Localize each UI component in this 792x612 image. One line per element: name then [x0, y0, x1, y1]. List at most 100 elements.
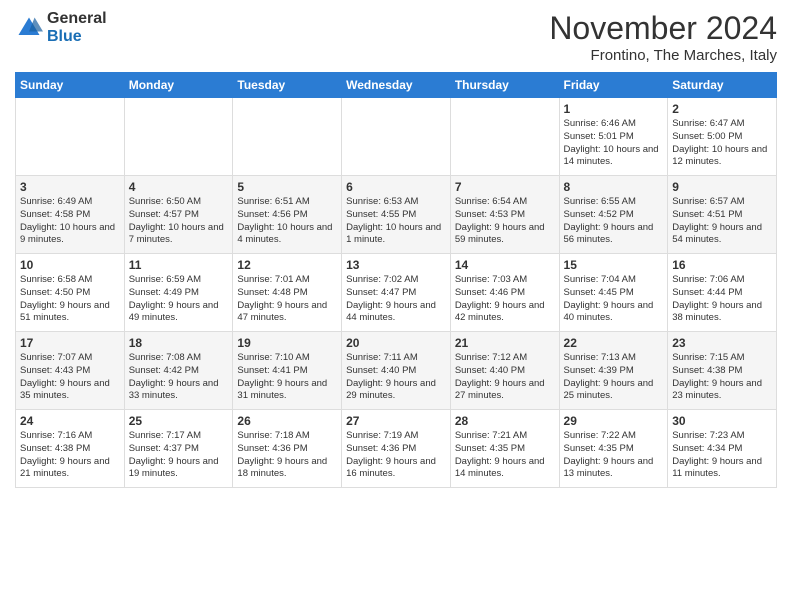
day-number: 3	[20, 180, 120, 194]
day-number: 26	[237, 414, 337, 428]
calendar-week-1: 1 Sunrise: 6:46 AM Sunset: 5:01 PM Daylig…	[16, 98, 777, 176]
day-info: Sunrise: 6:49 AM Sunset: 4:58 PM Dayligh…	[20, 196, 120, 247]
calendar-cell	[342, 98, 451, 176]
logo-blue: Blue	[47, 28, 107, 46]
day-number: 19	[237, 336, 337, 350]
col-monday: Monday	[124, 73, 233, 98]
logo-text: General Blue	[47, 10, 107, 45]
col-saturday: Saturday	[668, 73, 777, 98]
day-info: Sunrise: 7:21 AM Sunset: 4:35 PM Dayligh…	[455, 430, 555, 481]
calendar-cell: 8 Sunrise: 6:55 AM Sunset: 4:52 PM Daylig…	[559, 176, 668, 254]
day-number: 11	[129, 258, 229, 272]
day-info: Sunrise: 7:11 AM Sunset: 4:40 PM Dayligh…	[346, 352, 446, 403]
day-info: Sunrise: 6:59 AM Sunset: 4:49 PM Dayligh…	[129, 274, 229, 325]
calendar-body: 1 Sunrise: 6:46 AM Sunset: 5:01 PM Daylig…	[16, 98, 777, 488]
calendar-cell: 22Sunrise: 7:13 AM Sunset: 4:39 PM Dayli…	[559, 332, 668, 410]
day-number: 23	[672, 336, 772, 350]
day-number: 15	[564, 258, 664, 272]
page-container: General Blue November 2024 Frontino, The…	[0, 0, 792, 498]
day-number: 28	[455, 414, 555, 428]
day-info: Sunrise: 6:46 AM Sunset: 5:01 PM Dayligh…	[564, 118, 664, 169]
day-info: Sunrise: 7:12 AM Sunset: 4:40 PM Dayligh…	[455, 352, 555, 403]
calendar-cell: 21 Sunrise: 7:12 AM Sunset: 4:40 PM Dayli…	[450, 332, 559, 410]
col-friday: Friday	[559, 73, 668, 98]
day-number: 8	[564, 180, 664, 194]
calendar-cell: 15 Sunrise: 7:04 AM Sunset: 4:45 PM Dayli…	[559, 254, 668, 332]
calendar-cell: 29 Sunrise: 7:22 AM Sunset: 4:35 PM Dayli…	[559, 410, 668, 488]
calendar-cell: 24Sunrise: 7:16 AM Sunset: 4:38 PM Dayli…	[16, 410, 125, 488]
calendar-cell: 14 Sunrise: 7:03 AM Sunset: 4:46 PM Dayli…	[450, 254, 559, 332]
calendar-cell: 26 Sunrise: 7:18 AM Sunset: 4:36 PM Dayli…	[233, 410, 342, 488]
day-info: Sunrise: 7:10 AM Sunset: 4:41 PM Dayligh…	[237, 352, 337, 403]
calendar-cell: 13Sunrise: 7:02 AM Sunset: 4:47 PM Dayli…	[342, 254, 451, 332]
day-number: 18	[129, 336, 229, 350]
day-info: Sunrise: 7:17 AM Sunset: 4:37 PM Dayligh…	[129, 430, 229, 481]
day-info: Sunrise: 7:13 AM Sunset: 4:39 PM Dayligh…	[564, 352, 664, 403]
day-info: Sunrise: 7:19 AM Sunset: 4:36 PM Dayligh…	[346, 430, 446, 481]
col-tuesday: Tuesday	[233, 73, 342, 98]
calendar-cell: 28 Sunrise: 7:21 AM Sunset: 4:35 PM Dayli…	[450, 410, 559, 488]
day-info: Sunrise: 7:04 AM Sunset: 4:45 PM Dayligh…	[564, 274, 664, 325]
day-number: 24	[20, 414, 120, 428]
day-number: 1	[564, 102, 664, 116]
day-number: 27	[346, 414, 446, 428]
day-number: 25	[129, 414, 229, 428]
calendar-cell: 16 Sunrise: 7:06 AM Sunset: 4:44 PM Dayli…	[668, 254, 777, 332]
header-row: Sunday Monday Tuesday Wednesday Thursday…	[16, 73, 777, 98]
day-info: Sunrise: 7:08 AM Sunset: 4:42 PM Dayligh…	[129, 352, 229, 403]
day-info: Sunrise: 6:57 AM Sunset: 4:51 PM Dayligh…	[672, 196, 772, 247]
calendar-cell: 11 Sunrise: 6:59 AM Sunset: 4:49 PM Dayli…	[124, 254, 233, 332]
day-info: Sunrise: 6:47 AM Sunset: 5:00 PM Dayligh…	[672, 118, 772, 169]
calendar-cell	[233, 98, 342, 176]
calendar-week-4: 17Sunrise: 7:07 AM Sunset: 4:43 PM Dayli…	[16, 332, 777, 410]
day-number: 21	[455, 336, 555, 350]
day-info: Sunrise: 7:22 AM Sunset: 4:35 PM Dayligh…	[564, 430, 664, 481]
day-info: Sunrise: 7:03 AM Sunset: 4:46 PM Dayligh…	[455, 274, 555, 325]
col-wednesday: Wednesday	[342, 73, 451, 98]
calendar-table: Sunday Monday Tuesday Wednesday Thursday…	[15, 72, 777, 488]
day-number: 29	[564, 414, 664, 428]
col-thursday: Thursday	[450, 73, 559, 98]
day-info: Sunrise: 6:53 AM Sunset: 4:55 PM Dayligh…	[346, 196, 446, 247]
day-info: Sunrise: 7:15 AM Sunset: 4:38 PM Dayligh…	[672, 352, 772, 403]
day-number: 17	[20, 336, 120, 350]
calendar-cell: 17Sunrise: 7:07 AM Sunset: 4:43 PM Dayli…	[16, 332, 125, 410]
calendar-cell: 2Sunrise: 6:47 AM Sunset: 5:00 PM Daylig…	[668, 98, 777, 176]
title-block: November 2024 Frontino, The Marches, Ita…	[549, 10, 777, 64]
calendar-cell: 1 Sunrise: 6:46 AM Sunset: 5:01 PM Daylig…	[559, 98, 668, 176]
calendar-week-5: 24Sunrise: 7:16 AM Sunset: 4:38 PM Dayli…	[16, 410, 777, 488]
calendar-cell	[16, 98, 125, 176]
calendar-cell: 25 Sunrise: 7:17 AM Sunset: 4:37 PM Dayli…	[124, 410, 233, 488]
day-info: Sunrise: 6:54 AM Sunset: 4:53 PM Dayligh…	[455, 196, 555, 247]
day-info: Sunrise: 7:18 AM Sunset: 4:36 PM Dayligh…	[237, 430, 337, 481]
calendar-cell: 20Sunrise: 7:11 AM Sunset: 4:40 PM Dayli…	[342, 332, 451, 410]
day-info: Sunrise: 6:50 AM Sunset: 4:57 PM Dayligh…	[129, 196, 229, 247]
logo-general: General	[47, 10, 107, 28]
day-number: 10	[20, 258, 120, 272]
day-info: Sunrise: 6:55 AM Sunset: 4:52 PM Dayligh…	[564, 196, 664, 247]
calendar-cell: 3 Sunrise: 6:49 AM Sunset: 4:58 PM Daylig…	[16, 176, 125, 254]
day-number: 14	[455, 258, 555, 272]
month-title: November 2024	[549, 10, 777, 47]
logo: General Blue	[15, 10, 107, 45]
calendar-week-3: 10Sunrise: 6:58 AM Sunset: 4:50 PM Dayli…	[16, 254, 777, 332]
calendar-cell: 6 Sunrise: 6:53 AM Sunset: 4:55 PM Daylig…	[342, 176, 451, 254]
day-info: Sunrise: 7:01 AM Sunset: 4:48 PM Dayligh…	[237, 274, 337, 325]
day-number: 16	[672, 258, 772, 272]
col-sunday: Sunday	[16, 73, 125, 98]
logo-icon	[15, 14, 43, 42]
calendar-cell: 27 Sunrise: 7:19 AM Sunset: 4:36 PM Dayli…	[342, 410, 451, 488]
calendar-cell: 23 Sunrise: 7:15 AM Sunset: 4:38 PM Dayli…	[668, 332, 777, 410]
calendar-cell: 9 Sunrise: 6:57 AM Sunset: 4:51 PM Daylig…	[668, 176, 777, 254]
calendar-cell: 18 Sunrise: 7:08 AM Sunset: 4:42 PM Dayli…	[124, 332, 233, 410]
day-info: Sunrise: 7:06 AM Sunset: 4:44 PM Dayligh…	[672, 274, 772, 325]
day-number: 6	[346, 180, 446, 194]
day-number: 7	[455, 180, 555, 194]
day-info: Sunrise: 6:51 AM Sunset: 4:56 PM Dayligh…	[237, 196, 337, 247]
day-number: 30	[672, 414, 772, 428]
day-number: 9	[672, 180, 772, 194]
day-info: Sunrise: 7:23 AM Sunset: 4:34 PM Dayligh…	[672, 430, 772, 481]
calendar-week-2: 3 Sunrise: 6:49 AM Sunset: 4:58 PM Daylig…	[16, 176, 777, 254]
day-number: 5	[237, 180, 337, 194]
calendar-cell	[124, 98, 233, 176]
